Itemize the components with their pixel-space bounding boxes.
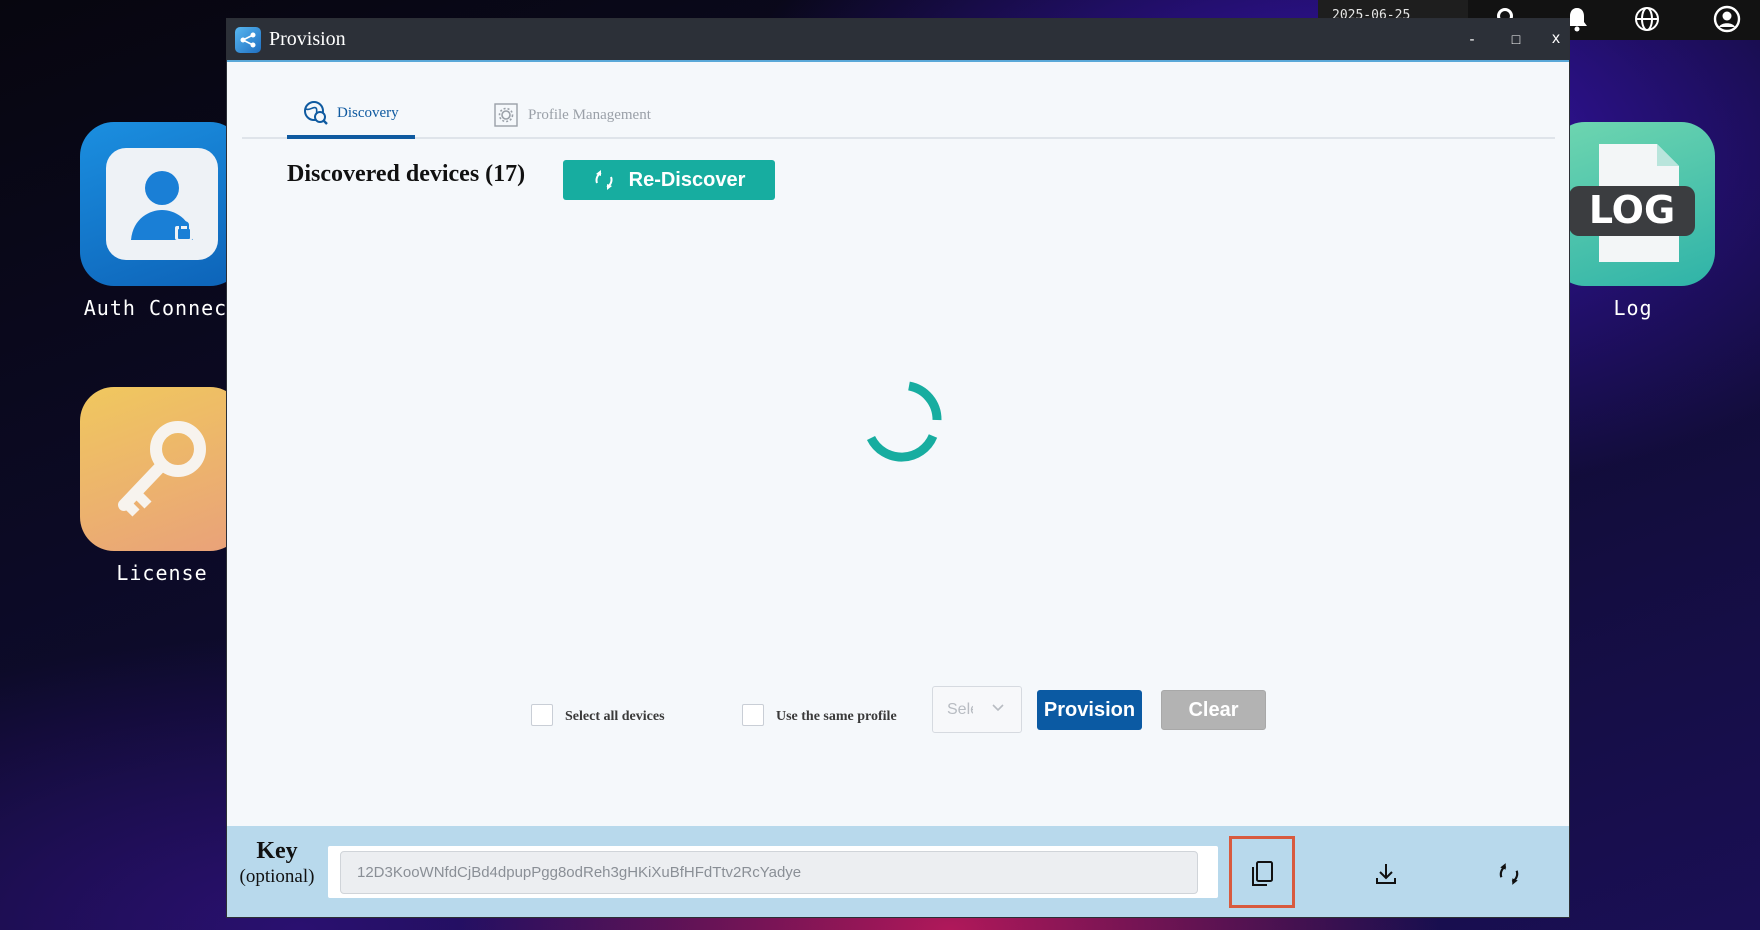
desktop-icon-label: Log (1613, 296, 1653, 320)
chevron-down-icon (992, 704, 1004, 712)
tab-discovery[interactable]: Discovery (287, 91, 415, 139)
log-document-icon: LOG (1563, 144, 1703, 264)
tab-bar: Discovery Profile Management (242, 91, 1555, 139)
rediscover-button[interactable]: Re-Discover (563, 160, 775, 200)
license-tile (80, 387, 244, 551)
tab-label: Discovery (337, 104, 399, 121)
key-label: Key (optional) (235, 838, 319, 888)
clear-button[interactable]: Clear (1161, 690, 1266, 730)
key-input-wrapper (328, 846, 1218, 898)
tab-profile-management[interactable]: Profile Management (494, 91, 651, 139)
copy-button[interactable] (1242, 854, 1282, 894)
key-bar: Key (optional) (227, 826, 1569, 917)
download-icon (1376, 864, 1396, 884)
provision-button[interactable]: Provision (1037, 690, 1142, 730)
window-title: Provision (269, 28, 346, 50)
provision-window: Provision - □ x Discovery Profile Manage… (226, 18, 1570, 918)
desktop-icon-license[interactable]: License (77, 387, 247, 585)
loading-spinner-icon (866, 381, 942, 462)
select-all-label: Select all devices (565, 709, 665, 724)
globe-icon[interactable] (1632, 4, 1662, 34)
provision-app-icon (235, 26, 261, 53)
refresh-icon (1499, 863, 1519, 885)
discovered-devices-title: Discovered devices (17) (287, 161, 526, 187)
select-all-checkbox[interactable] (531, 704, 553, 726)
download-button[interactable] (1366, 854, 1406, 894)
provision-controls: Select all devices Use the same profile … (227, 686, 1569, 746)
key-icon (118, 421, 206, 517)
regenerate-key-button[interactable] (1489, 854, 1529, 894)
auth-connect-tile (80, 122, 244, 286)
gear-icon (494, 103, 518, 127)
key-title: Key (256, 838, 298, 864)
profile-select-placeholder: Select (947, 700, 973, 718)
same-profile-label: Use the same profile (776, 709, 897, 724)
key-input[interactable] (340, 851, 1198, 894)
key-subtitle: (optional) (239, 866, 315, 887)
desktop-icon-auth-connect[interactable]: Auth Connect (77, 122, 247, 320)
desktop-icon-label: Auth Connect (83, 296, 241, 320)
desktop-icon-log[interactable]: LOG Log (1549, 122, 1717, 320)
copy-icon (1252, 861, 1273, 886)
minimize-button[interactable]: - (1457, 25, 1487, 53)
log-badge: LOG (1588, 188, 1676, 232)
discovery-globe-icon (304, 101, 328, 125)
log-tile: LOG (1551, 122, 1715, 286)
tab-label: Profile Management (528, 106, 651, 123)
user-account-icon[interactable] (1712, 4, 1742, 34)
maximize-button[interactable]: □ (1501, 25, 1531, 53)
close-button[interactable]: x (1541, 25, 1569, 53)
user-lock-icon (106, 148, 218, 260)
profile-select[interactable]: Select (932, 686, 1022, 733)
rediscover-label: Re-Discover (628, 168, 746, 191)
desktop-icon-label: License (116, 561, 208, 585)
refresh-icon (595, 170, 613, 190)
window-titlebar[interactable]: Provision - □ x (227, 19, 1569, 62)
same-profile-checkbox[interactable] (742, 704, 764, 726)
